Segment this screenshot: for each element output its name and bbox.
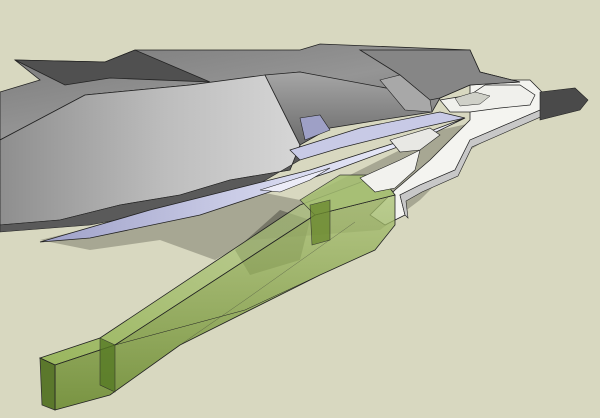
dark-deck (539, 87, 589, 121)
glass-tube-head-box (309, 199, 331, 246)
glass-tube-end (39, 357, 56, 411)
model-viewport[interactable] (0, 0, 600, 418)
glass-tube-inner-wall (99, 337, 116, 393)
3d-scene[interactable] (0, 0, 600, 418)
